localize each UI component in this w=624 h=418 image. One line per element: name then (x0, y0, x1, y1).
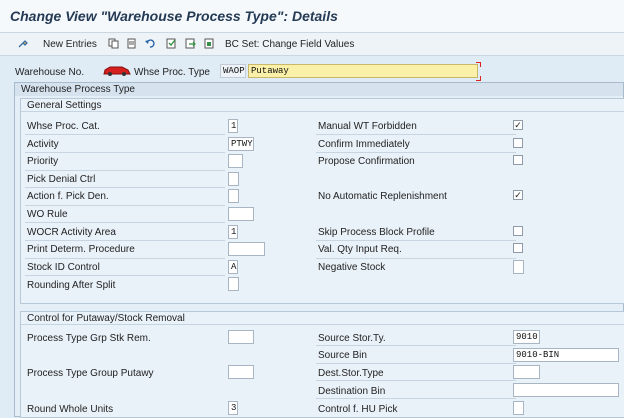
manual-wt-forbidden-checkbox[interactable]: ✓ (513, 120, 523, 130)
header-fields: Warehouse No. Whse Proc. Type WAOP Putaw… (0, 62, 624, 81)
process-type-group-putawy-label: Process Type Group Putawy (27, 368, 154, 379)
row-divider (25, 134, 225, 135)
row-divider (316, 152, 516, 153)
row-divider (25, 240, 225, 241)
focus-corner-top (476, 62, 481, 67)
pick-denial-ctrl-label: Pick Denial Ctrl (27, 174, 96, 185)
general-settings-title: General Settings (21, 99, 624, 112)
negative-stock-label: Negative Stock (318, 262, 386, 273)
stock-id-control-label: Stock ID Control (27, 262, 100, 273)
destination-bin-label: Destination Bin (318, 386, 386, 397)
row-divider (316, 240, 516, 241)
row-divider (25, 258, 225, 259)
new-entries-button[interactable]: New Entries (43, 39, 97, 50)
action-pick-den-input[interactable] (228, 189, 239, 203)
bc-set-icon[interactable] (204, 38, 215, 49)
whse-proc-cat-label: Whse Proc. Cat. (27, 121, 100, 132)
row-divider (316, 380, 516, 381)
rounding-after-split-label: Rounding After Split (27, 280, 116, 291)
confirm-immediately-checkbox[interactable] (513, 138, 523, 148)
action-pick-den-label: Action f. Pick Den. (27, 191, 109, 202)
control-putaway-group: Control for Putaway/Stock Removal Proces… (20, 311, 624, 418)
copy-icon[interactable] (108, 38, 119, 49)
delete-icon[interactable] (126, 38, 137, 49)
confirm-immediately-label: Confirm Immediately (318, 139, 410, 150)
page-title: Change View "Warehouse Process Type": De… (10, 8, 338, 24)
bc-set-button[interactable]: BC Set: Change Field Values (225, 39, 354, 50)
general-settings-group: General Settings Whse Proc. Cat. 1 Activ… (20, 98, 624, 304)
source-stor-ty-input[interactable]: 9010 (513, 330, 540, 344)
source-bin-label: Source Bin (318, 350, 367, 361)
wo-rule-label: WO Rule (27, 209, 68, 220)
row-divider (316, 258, 516, 259)
round-whole-units-input[interactable]: 3 (228, 401, 238, 415)
process-type-group-putawy-input[interactable] (228, 365, 254, 379)
dest-stor-type-input[interactable] (513, 365, 540, 379)
row-divider (316, 134, 516, 135)
no-automatic-replenishment-label: No Automatic Replenishment (318, 191, 447, 202)
source-bin-input[interactable]: 9010-BIN (513, 348, 619, 362)
warehouse-process-type-panel: Warehouse Process Type General Settings … (14, 82, 624, 418)
print-determ-procedure-input[interactable] (228, 242, 265, 256)
manual-wt-forbidden-label: Manual WT Forbidden (318, 121, 417, 132)
dest-stor-type-label: Dest.Stor.Type (318, 368, 384, 379)
wocr-activity-area-label: WOCR Activity Area (27, 227, 116, 238)
undo-icon[interactable] (145, 38, 156, 49)
row-divider (316, 398, 516, 399)
process-type-grp-stk-rem-label: Process Type Grp Stk Rem. (27, 333, 151, 344)
whse-proc-type-label: Whse Proc. Type (134, 67, 210, 78)
deselect-icon[interactable] (185, 38, 196, 49)
no-automatic-replenishment-checkbox[interactable]: ✓ (513, 190, 523, 200)
skip-process-block-profile-label: Skip Process Block Profile (318, 227, 435, 238)
select-all-icon[interactable] (166, 38, 177, 49)
whse-proc-type-field: WAOP (220, 64, 246, 78)
activity-input[interactable]: PTWY (228, 137, 254, 151)
negative-stock-input[interactable] (513, 260, 524, 274)
print-determ-procedure-label: Print Determ. Procedure (27, 244, 135, 255)
warehouse-label: Warehouse No. (15, 67, 85, 78)
row-divider (25, 222, 225, 223)
warehouse-car-icon[interactable] (102, 64, 132, 77)
application-toolbar: New Entries BC Set: Change Field Values (0, 33, 624, 56)
source-stor-ty-label: Source Stor.Ty. (318, 333, 386, 344)
pick-denial-ctrl-input[interactable] (228, 172, 239, 186)
propose-confirmation-label: Propose Confirmation (318, 156, 415, 167)
wo-rule-input[interactable] (228, 207, 254, 221)
stock-id-control-input[interactable]: A (228, 260, 238, 274)
whse-proc-cat-input[interactable]: 1 (228, 119, 238, 133)
row-divider (25, 275, 225, 276)
process-type-description-input[interactable]: Putaway (248, 64, 478, 78)
skip-process-block-profile-checkbox[interactable] (513, 226, 523, 236)
activity-label: Activity (27, 139, 59, 150)
propose-confirmation-checkbox[interactable] (513, 155, 523, 165)
val-qty-input-req-label: Val. Qty Input Req. (318, 244, 402, 255)
rounding-after-split-input[interactable] (228, 277, 239, 291)
row-divider (25, 152, 225, 153)
control-hu-pick-input[interactable] (513, 401, 524, 415)
row-divider (316, 345, 516, 346)
control-hu-pick-label: Control f. HU Pick (318, 404, 398, 415)
control-putaway-title: Control for Putaway/Stock Removal (21, 312, 624, 325)
focus-corner-bottom (476, 76, 481, 81)
row-divider (25, 170, 225, 171)
process-type-grp-stk-rem-input[interactable] (228, 330, 254, 344)
row-divider (316, 363, 516, 364)
val-qty-input-req-checkbox[interactable] (513, 243, 523, 253)
title-bar: Change View "Warehouse Process Type": De… (0, 0, 624, 33)
row-divider (25, 187, 225, 188)
priority-input[interactable] (228, 154, 243, 168)
row-divider (25, 205, 225, 206)
panel-title: Warehouse Process Type (15, 83, 623, 96)
priority-label: Priority (27, 156, 59, 167)
wocr-activity-area-input[interactable]: 1 (228, 225, 238, 239)
round-whole-units-label: Round Whole Units (27, 404, 114, 415)
new-entries-icon[interactable] (18, 38, 29, 49)
destination-bin-input[interactable] (513, 383, 619, 397)
